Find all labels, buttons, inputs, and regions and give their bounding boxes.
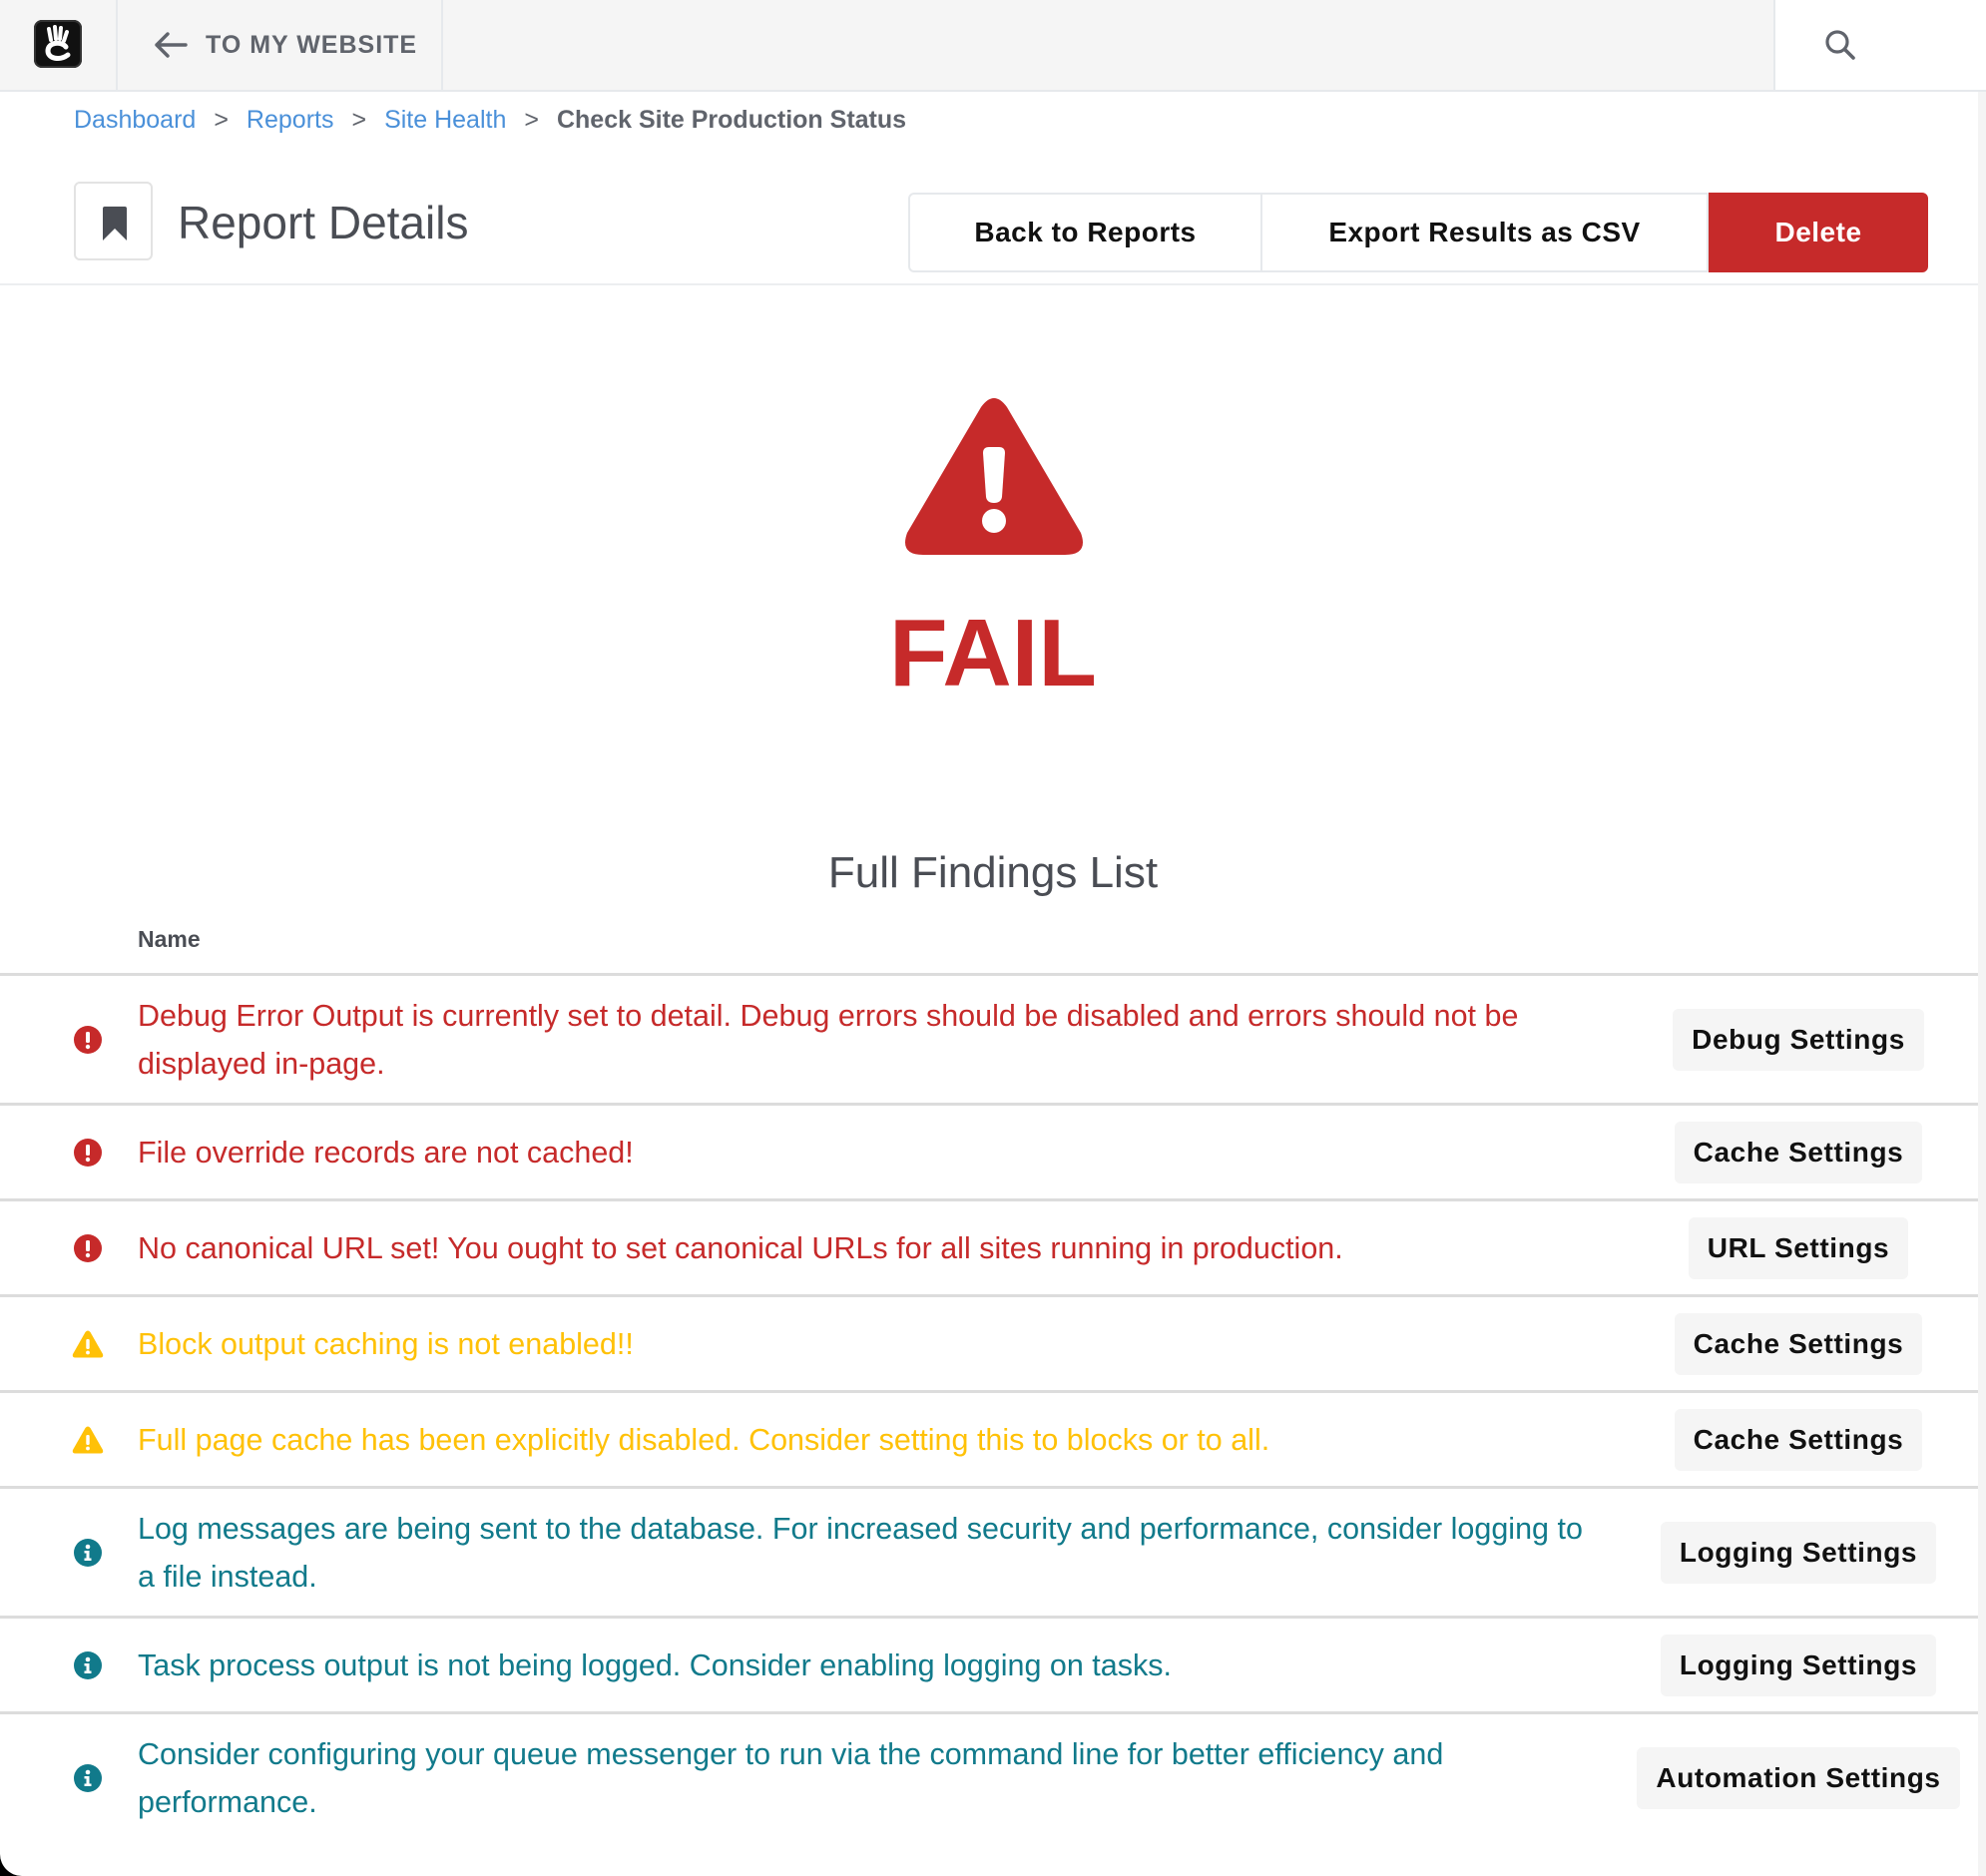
header-actions: Back to Reports Export Results as CSV De…	[908, 193, 1928, 272]
findings-list: Debug Error Output is currently set to d…	[0, 973, 1978, 1841]
finding-message: File override records are not cached!	[138, 1135, 634, 1170]
automation-settings-button[interactable]: Automation Settings	[1637, 1746, 1960, 1809]
search-icon	[1825, 30, 1855, 60]
finding-message: Consider configuring your queue messenge…	[138, 1736, 1444, 1819]
breadcrumb-reports[interactable]: Reports	[247, 106, 334, 135]
column-header-name: Name	[138, 926, 201, 952]
delete-button[interactable]: Delete	[1709, 193, 1928, 272]
info-circle-icon	[74, 1538, 102, 1567]
finding-row: Log messages are being sent to the datab…	[0, 1486, 1978, 1616]
page-title: Report Details	[178, 197, 469, 248]
top-bar: TO MY WEBSITE	[0, 0, 1986, 92]
title-icon-box	[74, 182, 153, 260]
concrete-hand-logo-icon[interactable]	[34, 20, 82, 68]
debug-settings-button[interactable]: Debug Settings	[1673, 1008, 1924, 1071]
cache-settings-button[interactable]: Cache Settings	[1674, 1312, 1923, 1375]
finding-row: Full page cache has been explicitly disa…	[0, 1390, 1978, 1486]
findings-title: Full Findings List	[827, 848, 1159, 897]
breadcrumb-current: Check Site Production Status	[556, 106, 907, 134]
bookmark-icon	[103, 207, 127, 240]
finding-message: Block output caching is not enabled!!	[138, 1326, 634, 1361]
cache-settings-button[interactable]: Cache Settings	[1674, 1408, 1923, 1471]
status-label: FAIL	[889, 600, 1097, 706]
app-window: TO MY WEBSITE Dashboard > Reports > Site…	[0, 0, 1986, 1876]
breadcrumb-separator: >	[214, 106, 229, 134]
to-my-website-link[interactable]: TO MY WEBSITE	[118, 0, 443, 90]
logging-settings-button[interactable]: Logging Settings	[1660, 1634, 1937, 1696]
breadcrumb-separator: >	[351, 106, 367, 134]
export-csv-button[interactable]: Export Results as CSV	[1262, 193, 1709, 272]
exclamation-circle-icon	[74, 1233, 102, 1262]
info-circle-icon	[74, 1650, 102, 1679]
finding-message: Full page cache has been explicitly disa…	[138, 1422, 1270, 1457]
breadcrumb-dashboard[interactable]: Dashboard	[74, 106, 196, 135]
info-circle-icon	[74, 1763, 102, 1792]
breadcrumb: Dashboard > Reports > Site Health > Chec…	[74, 106, 906, 135]
finding-row: Consider configuring your queue messenge…	[0, 1711, 1978, 1841]
finding-row: No canonical URL set! You ought to set c…	[0, 1198, 1978, 1294]
logging-settings-button[interactable]: Logging Settings	[1660, 1521, 1937, 1584]
exclamation-circle-icon	[74, 1138, 102, 1167]
breadcrumb-site-health[interactable]: Site Health	[384, 106, 506, 135]
finding-row: Task process output is not being logged.…	[0, 1616, 1978, 1711]
logo-cell[interactable]	[0, 0, 118, 90]
finding-message: Debug Error Output is currently set to d…	[138, 998, 1519, 1081]
exclamation-circle-icon	[74, 1025, 102, 1054]
arrow-left-icon	[155, 32, 188, 58]
warning-triangle-icon	[72, 1330, 104, 1357]
finding-message: No canonical URL set! You ought to set c…	[138, 1230, 1343, 1265]
search-button[interactable]	[1773, 0, 1986, 90]
to-my-website-label: TO MY WEBSITE	[206, 30, 418, 59]
finding-row: Debug Error Output is currently set to d…	[0, 973, 1978, 1103]
finding-row: File override records are not cached! Ca…	[0, 1103, 1978, 1198]
warning-triangle-icon	[72, 1426, 104, 1453]
finding-row: Block output caching is not enabled!! Ca…	[0, 1294, 1978, 1390]
scrollbar-track[interactable]	[1978, 92, 1986, 1876]
finding-message: Task process output is not being logged.…	[138, 1647, 1172, 1682]
back-to-reports-button[interactable]: Back to Reports	[908, 193, 1262, 272]
url-settings-button[interactable]: URL Settings	[1688, 1216, 1909, 1279]
breadcrumb-separator: >	[524, 106, 539, 134]
header-divider	[0, 283, 1986, 285]
warning-triangle-icon	[905, 398, 1083, 555]
finding-message: Log messages are being sent to the datab…	[138, 1511, 1583, 1594]
cache-settings-button[interactable]: Cache Settings	[1674, 1121, 1923, 1183]
